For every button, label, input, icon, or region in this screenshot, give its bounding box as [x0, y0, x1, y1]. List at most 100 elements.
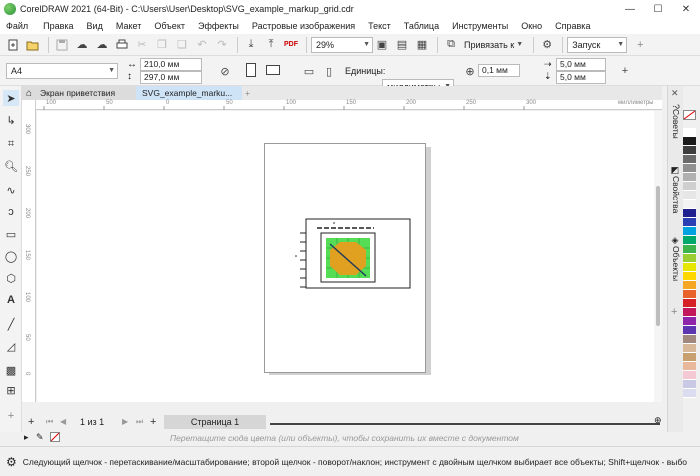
- color-swatch[interactable]: [683, 164, 696, 173]
- color-swatch[interactable]: [683, 326, 696, 335]
- page-height-field[interactable]: 297,0 мм: [140, 71, 202, 84]
- add-tab-button[interactable]: +: [242, 86, 256, 100]
- import-icon[interactable]: ⤓: [242, 36, 260, 54]
- color-swatch[interactable]: [683, 227, 696, 236]
- status-gear-icon[interactable]: ⚙: [6, 455, 17, 469]
- color-swatch[interactable]: [683, 263, 696, 272]
- portrait-orientation-icon[interactable]: [246, 63, 256, 77]
- color-swatch[interactable]: [683, 308, 696, 317]
- color-swatch[interactable]: [683, 128, 696, 137]
- copy-icon[interactable]: ❐: [153, 36, 171, 54]
- add-property-item-icon[interactable]: +: [616, 62, 634, 80]
- menu-text[interactable]: Текст: [368, 21, 391, 31]
- close-button[interactable]: ✕: [672, 0, 700, 18]
- page-orientation-lock-icon[interactable]: ⊘: [216, 62, 234, 80]
- all-pages-icon[interactable]: ▭: [300, 62, 318, 80]
- menu-view[interactable]: Вид: [87, 21, 103, 31]
- menu-object[interactable]: Объект: [154, 21, 185, 31]
- open-folder-icon[interactable]: [24, 36, 42, 54]
- page-tab-1[interactable]: Страница 1: [164, 415, 266, 429]
- drawing-canvas[interactable]: [37, 111, 662, 402]
- save-icon[interactable]: [53, 36, 71, 54]
- ellipse-tool-icon[interactable]: ◯: [3, 248, 19, 264]
- options-gear-icon[interactable]: ⚙: [538, 36, 556, 54]
- vertical-scrollbar[interactable]: [654, 111, 662, 402]
- undo-icon[interactable]: ↶: [193, 36, 211, 54]
- launch-dropdown[interactable]: Запуск ▼: [567, 36, 628, 53]
- previous-page-icon[interactable]: ◀: [60, 417, 66, 426]
- paste-icon[interactable]: ❑: [173, 36, 191, 54]
- color-swatch[interactable]: [683, 317, 696, 326]
- add-docker-icon[interactable]: +: [671, 306, 677, 318]
- horizontal-ruler[interactable]: 100 50 0 50 100 150 200 250 300 миллимет…: [36, 100, 662, 110]
- last-page-icon[interactable]: ⏭: [136, 417, 143, 427]
- add-page-after-icon[interactable]: +: [150, 416, 156, 428]
- nudge-distance-field[interactable]: 0,1 мм: [478, 64, 520, 77]
- first-page-icon[interactable]: ⏮: [46, 417, 53, 427]
- freehand-tool-icon[interactable]: ∿: [3, 182, 19, 198]
- color-swatch[interactable]: [683, 173, 696, 182]
- color-swatch[interactable]: [683, 380, 696, 389]
- eyedropper-tool-icon[interactable]: ⊞: [3, 382, 19, 398]
- color-swatch[interactable]: [683, 281, 696, 290]
- color-swatch[interactable]: [683, 272, 696, 281]
- text-tool-icon[interactable]: A: [3, 292, 19, 308]
- color-swatch[interactable]: [683, 344, 696, 353]
- markup-grid-drawing[interactable]: [292, 216, 422, 311]
- vertical-scroll-thumb[interactable]: [656, 186, 660, 326]
- no-color-swatch[interactable]: [50, 432, 60, 442]
- color-swatch[interactable]: [683, 146, 696, 155]
- rulers-toggle-icon[interactable]: ▤: [393, 36, 411, 54]
- maximize-button[interactable]: ☐: [644, 0, 672, 18]
- color-swatch[interactable]: [683, 137, 696, 146]
- artistic-media-tool-icon[interactable]: ↄ: [3, 204, 19, 220]
- snap-to-dropdown[interactable]: Привязать к: [464, 40, 514, 50]
- grid-toggle-icon[interactable]: ▦: [413, 36, 431, 54]
- color-swatch[interactable]: [683, 209, 696, 218]
- shape-tool-icon[interactable]: ↳: [3, 112, 19, 128]
- menu-table[interactable]: Таблица: [404, 21, 439, 31]
- menu-effects[interactable]: Эффекты: [198, 21, 239, 31]
- menu-help[interactable]: Справка: [555, 21, 590, 31]
- duplicate-x-field[interactable]: 5,0 мм: [556, 58, 606, 71]
- current-page-icon[interactable]: ▯: [320, 62, 338, 80]
- page-width-field[interactable]: 210,0 мм: [140, 58, 202, 71]
- interactive-fill-tool-icon[interactable]: ◿: [3, 338, 19, 354]
- color-swatch[interactable]: [683, 245, 696, 254]
- color-swatch[interactable]: [683, 290, 696, 299]
- rectangle-tool-icon[interactable]: ▭: [3, 226, 19, 242]
- transparency-tool-icon[interactable]: ▩: [3, 362, 19, 378]
- page-size-combo[interactable]: A4 ▼: [6, 63, 118, 79]
- crop-tool-icon[interactable]: ⌗: [3, 136, 19, 152]
- connector-tool-icon[interactable]: ╱: [3, 316, 19, 332]
- color-swatch[interactable]: [683, 353, 696, 362]
- cloud-upload-icon[interactable]: ☁: [73, 36, 91, 54]
- eyedropper-icon[interactable]: ✎: [36, 432, 44, 443]
- docker-pin-icon[interactable]: ✕: [671, 88, 679, 99]
- add-page-before-icon[interactable]: +: [28, 416, 34, 428]
- horizontal-scrollbar[interactable]: [270, 423, 660, 425]
- pick-tool-icon[interactable]: ➤: [3, 90, 19, 106]
- color-swatch[interactable]: [683, 236, 696, 245]
- color-swatch[interactable]: [683, 218, 696, 227]
- export-icon[interactable]: ⤒: [262, 36, 280, 54]
- no-color-swatch[interactable]: [683, 110, 696, 120]
- tab-hints[interactable]: ? Советы: [669, 104, 683, 150]
- document-palette-menu-icon[interactable]: ▸: [24, 432, 29, 443]
- add-toolbar-item-icon[interactable]: +: [631, 36, 649, 54]
- cut-icon[interactable]: ✂: [133, 36, 151, 54]
- snap-icon[interactable]: ⧉: [442, 36, 460, 54]
- polygon-tool-icon[interactable]: ⬡: [3, 270, 19, 286]
- add-tool-icon[interactable]: +: [3, 408, 19, 424]
- zoom-level-combo[interactable]: 29% ▼: [311, 36, 373, 53]
- zoom-tool-icon[interactable]: 🔍︎: [3, 158, 19, 174]
- tab-properties[interactable]: ◩ Свойства: [669, 166, 683, 222]
- color-swatch[interactable]: [683, 254, 696, 263]
- next-page-icon[interactable]: ▶: [122, 417, 128, 426]
- tab-objects[interactable]: ◈ Объекты: [669, 236, 683, 290]
- tab-welcome[interactable]: ⌂ Экран приветствия: [22, 86, 136, 100]
- menu-edit[interactable]: Правка: [43, 21, 73, 31]
- new-document-icon[interactable]: [4, 36, 22, 54]
- color-swatch[interactable]: [683, 362, 696, 371]
- duplicate-y-field[interactable]: 5,0 мм: [556, 71, 606, 84]
